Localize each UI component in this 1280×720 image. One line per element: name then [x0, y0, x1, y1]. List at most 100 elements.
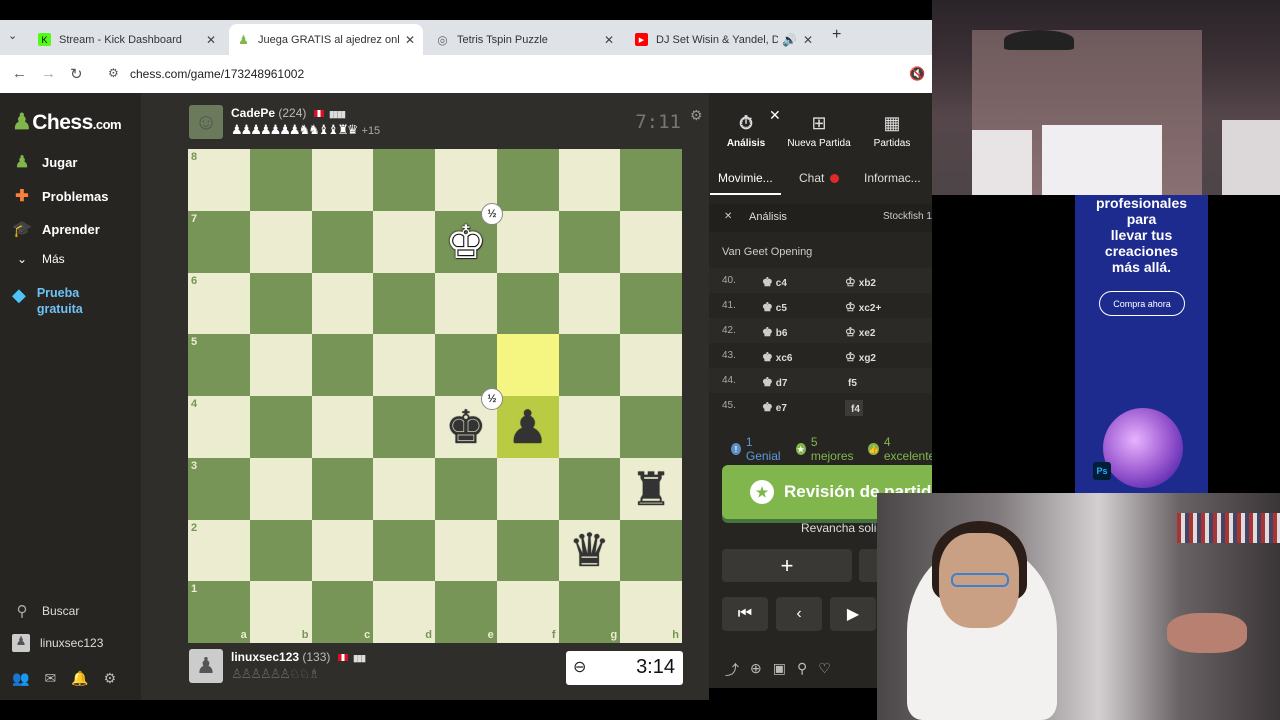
chess-logo[interactable]: ♟Chess.com [12, 109, 122, 135]
square-h2[interactable] [620, 519, 682, 582]
square-a7[interactable]: 7 [188, 210, 250, 273]
square-f5[interactable] [496, 334, 559, 396]
next-move-button[interactable]: ▶ [830, 597, 876, 631]
tab-moves[interactable]: Movimie... [710, 171, 781, 195]
square-d1[interactable]: d [373, 581, 435, 643]
square-f8[interactable] [496, 149, 559, 211]
square-e6[interactable] [435, 272, 497, 335]
square-g7[interactable] [558, 210, 621, 273]
black-move[interactable]: f4 [845, 400, 863, 416]
square-e1[interactable]: e [435, 581, 497, 643]
browser-tab[interactable]: ◎ Tetris Tspin Puzzle ✕ [428, 24, 622, 55]
square-d4[interactable] [373, 396, 435, 458]
forward-icon[interactable]: → [41, 65, 56, 82]
square-b8[interactable] [249, 149, 312, 211]
close-analysis-icon[interactable]: ✕ [724, 211, 732, 222]
close-tab-icon[interactable]: ✕ [405, 33, 415, 47]
square-c4[interactable] [311, 396, 374, 458]
white-move[interactable]: ♚ d7 [762, 375, 787, 389]
black-pawn[interactable]: ♟ [497, 396, 559, 458]
prev-move-button[interactable]: ‹ [776, 597, 822, 631]
settings-icon[interactable]: ⚙ [104, 670, 117, 687]
close-tab-icon[interactable]: ✕ [803, 33, 813, 47]
square-e5[interactable] [435, 334, 497, 396]
browser-tab[interactable]: ▶ DJ Set Wisin & Yandel, Dad 🔊 ✕ [627, 24, 821, 55]
square-d2[interactable] [373, 519, 435, 582]
heart-icon[interactable]: ♡ [818, 660, 831, 680]
new-tab-icon[interactable]: + [832, 26, 841, 44]
square-b6[interactable] [249, 272, 312, 335]
white-move[interactable]: ♚ xc6 [762, 350, 792, 364]
square-a5[interactable]: 5 [188, 334, 250, 396]
sidebar-item-puzzles[interactable]: ✚ Problemas [12, 186, 108, 206]
image-icon[interactable]: ▣ [773, 660, 786, 680]
square-d7[interactable] [373, 210, 435, 273]
square-f2[interactable] [496, 519, 559, 582]
search-link[interactable]: ⚲ Buscar [12, 602, 80, 620]
tab-new-game[interactable]: ⊞ Nueva Partida [782, 113, 856, 149]
square-d8[interactable] [373, 149, 435, 211]
ad-buy-button[interactable]: Compra ahora [1099, 291, 1185, 316]
bottom-player-avatar[interactable]: ♟ [189, 649, 223, 683]
reload-icon[interactable]: ↻ [70, 65, 83, 83]
board-settings-icon[interactable]: ⚙ [690, 107, 703, 124]
square-g8[interactable] [558, 149, 621, 211]
tab-info[interactable]: Informac... [864, 171, 921, 185]
bell-icon[interactable]: 🔔 [71, 670, 88, 687]
square-b1[interactable]: b [249, 581, 312, 643]
square-h5[interactable] [620, 334, 682, 396]
square-b4[interactable] [249, 396, 312, 458]
sidebar-item-play[interactable]: ♟ Jugar [12, 152, 78, 172]
square-c2[interactable] [311, 519, 374, 582]
square-b2[interactable] [249, 519, 312, 582]
square-h8[interactable] [620, 149, 682, 211]
square-f1[interactable]: f [496, 581, 559, 643]
browser-tab-active[interactable]: ♟ Juega GRATIS al ajedrez online ✕ [229, 24, 423, 55]
square-c6[interactable] [311, 272, 374, 335]
add-icon[interactable]: ⊕ [750, 660, 762, 680]
square-d5[interactable] [373, 334, 435, 396]
white-move[interactable]: ♚ e7 [762, 400, 787, 414]
square-e2[interactable] [435, 519, 497, 582]
square-g3[interactable] [558, 457, 621, 520]
square-g1[interactable]: g [558, 581, 621, 643]
url-field[interactable]: chess.com/game/173248961002 [130, 67, 304, 81]
sidebar-item-learn[interactable]: 🎓 Aprender [12, 219, 100, 239]
square-b5[interactable] [249, 334, 312, 396]
black-move[interactable]: ♔ xe2 [845, 325, 875, 339]
chess-board[interactable]: 8 7 6 5 4 3 2 1 a b c d e f g h ♚ ½ ♚ ½ ♟ ♜ ♛ [188, 149, 682, 643]
square-f7[interactable] [496, 210, 559, 273]
free-trial-link[interactable]: ◆ Prueba gratuita [12, 285, 83, 317]
square-h1[interactable]: h [620, 581, 682, 643]
speaker-icon[interactable]: 🔊 [782, 33, 797, 47]
share-icon[interactable]: ⤴ [725, 660, 739, 680]
square-g5[interactable] [558, 334, 621, 396]
black-rook[interactable]: ♜ [620, 458, 682, 520]
white-move[interactable]: ♚ b6 [762, 325, 787, 339]
square-d3[interactable] [373, 457, 435, 520]
black-queen[interactable]: ♛ [559, 520, 621, 582]
square-d6[interactable] [373, 272, 435, 335]
square-e8[interactable] [435, 149, 497, 211]
bottom-player-name[interactable]: linuxsec123 (133) ▮▮▮ [231, 650, 366, 664]
white-move[interactable]: ♚ c5 [762, 300, 787, 314]
square-a1[interactable]: 1a [188, 581, 250, 643]
square-a4[interactable]: 4 [188, 396, 250, 458]
mute-icon[interactable]: 🔇 [909, 66, 925, 82]
tab-chat[interactable]: Chat [799, 171, 840, 185]
sidebar-item-more[interactable]: ⌄ Más [12, 252, 65, 266]
black-move[interactable]: ♔ xg2 [845, 350, 876, 364]
close-icon[interactable]: ✕ [769, 107, 781, 124]
site-info-icon[interactable]: ⚙ [108, 66, 119, 80]
square-a2[interactable]: 2 [188, 519, 250, 582]
square-h4[interactable] [620, 396, 682, 458]
tab-games[interactable]: ▦ Partidas [855, 113, 929, 149]
square-a8[interactable]: 8 [188, 149, 250, 211]
tab-search-icon[interactable]: ⌄ [8, 29, 17, 42]
square-c1[interactable]: c [311, 581, 374, 643]
mail-icon[interactable]: ✉ [44, 670, 56, 687]
back-icon[interactable]: ← [12, 65, 27, 82]
white-move[interactable]: ♚ c4 [762, 275, 787, 289]
square-a6[interactable]: 6 [188, 272, 250, 335]
square-c7[interactable] [311, 210, 374, 273]
